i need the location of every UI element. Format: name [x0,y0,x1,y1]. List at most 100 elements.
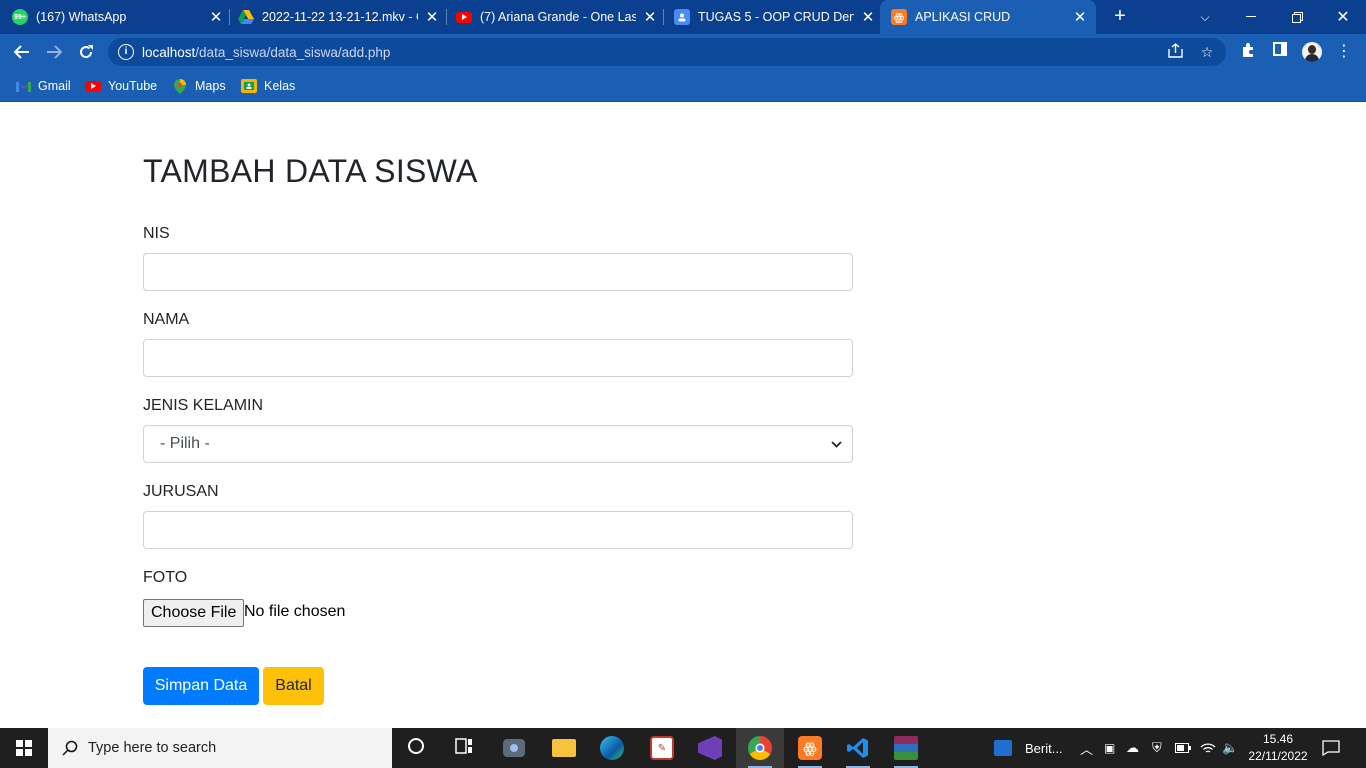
tab-separator [229,9,230,25]
new-tab-button[interactable]: + [1109,6,1131,28]
winrar-icon [894,736,918,760]
jenis-kelamin-label: JENIS KELAMIN [143,397,264,414]
nis-input[interactable] [143,253,853,291]
youtube-icon [456,11,472,23]
widgets-icon [455,737,473,759]
close-tab-icon[interactable]: ✕ [860,8,876,26]
notepad-app[interactable]: ✎ [638,728,686,768]
minimize-button[interactable] [1228,0,1274,34]
taskbar-search[interactable]: Type here to search [48,728,392,768]
nis-label: NIS [143,225,170,242]
bookmark-youtube[interactable]: YouTube [85,77,157,95]
reload-button[interactable] [72,38,100,66]
page-title: TAMBAH DATA SISWA [143,153,478,189]
bookmark-label: Maps [195,79,226,93]
url-text[interactable]: localhost/data_siswa/data_siswa/add.php [142,45,390,60]
tab-search-icon[interactable]: ⌵ [1182,0,1228,34]
youtube-icon [85,80,101,92]
tab-separator [663,9,664,25]
bookmark-maps[interactable]: Maps [172,77,226,95]
tab-aplikasi-crud[interactable]: ꙮ APLIKASI CRUD ✕ [880,0,1096,34]
battery-icon[interactable] [1175,728,1191,768]
volume-icon[interactable]: 🔈 [1222,728,1238,768]
choose-file-button[interactable]: Choose File [143,599,245,627]
nama-input[interactable] [143,339,853,377]
camera-app[interactable] [490,728,538,768]
bookmark-kelas[interactable]: Kelas [241,77,295,95]
jenis-kelamin-select[interactable]: - Pilih - [143,425,853,463]
browser-toolbar: i localhost/data_siswa/data_siswa/add.ph… [0,34,1366,70]
close-tab-icon[interactable]: ✕ [208,8,224,26]
visual-studio-icon [698,736,722,760]
extensions-icon[interactable] [1238,42,1258,62]
simpan-data-button[interactable]: Simpan Data [143,667,259,705]
task-view-button[interactable] [392,728,440,768]
address-bar[interactable]: i localhost/data_siswa/data_siswa/add.ph… [108,38,1226,66]
notification-center-button[interactable] [1322,728,1340,768]
tab-title: 2022-11-22 13-21-12.mkv - G [262,10,418,24]
search-placeholder: Type here to search [88,740,217,756]
vscode-icon [846,736,870,760]
close-tab-icon[interactable]: ✕ [424,8,440,26]
xampp-icon: ꙮ [891,9,907,25]
bookmark-label: Gmail [38,79,71,93]
tab-whatsapp[interactable]: 99+ (167) WhatsApp ✕ [12,0,224,34]
tab-title: APLIKASI CRUD [915,10,1011,24]
bookmark-label: Kelas [264,79,296,93]
bookmark-gmail[interactable]: Gmail [15,77,71,95]
show-hidden-icons-button[interactable]: ︿ [1080,728,1093,768]
side-panel-icon[interactable] [1270,42,1290,62]
search-icon [62,740,78,756]
notepad-icon: ✎ [650,736,674,760]
xampp-app[interactable]: ꙮ [786,728,834,768]
vscode-app[interactable] [834,728,882,768]
camera-icon [503,739,525,757]
security-shield-icon[interactable]: ⛨ [1152,728,1162,768]
system-clock[interactable]: 15.46 22/11/2022 [1244,731,1312,765]
jurusan-label: JURUSAN [143,483,219,500]
tab-youtube[interactable]: (7) Ariana Grande - One Last ✕ [456,0,658,34]
start-button[interactable] [0,728,48,768]
bookmarks-bar: Gmail YouTube Maps Kelas [0,70,1366,102]
file-explorer-icon [552,739,576,757]
file-explorer-app[interactable] [540,728,588,768]
edge-app[interactable] [588,728,636,768]
widgets-button[interactable] [440,728,488,768]
file-status-text: No file chosen [244,603,346,620]
url-host: localhost [142,45,196,60]
chrome-icon [748,736,772,760]
bookmark-label: YouTube [108,79,158,93]
task-view-icon [407,737,425,760]
meet-now-icon[interactable]: ▣ [1104,728,1115,768]
bookmark-star-icon[interactable]: ☆ [1198,43,1216,61]
foto-label: FOTO [143,569,188,586]
batal-button[interactable]: Batal [263,667,324,705]
google-drive-icon [238,9,254,25]
chevron-down-icon [831,437,842,451]
xampp-icon: ꙮ [798,736,822,760]
close-tab-icon[interactable]: ✕ [642,8,658,26]
restore-button[interactable] [1274,0,1320,34]
share-icon[interactable] [1166,43,1184,61]
chrome-app[interactable] [736,728,784,768]
site-info-icon[interactable]: i [118,44,134,60]
tab-classroom[interactable]: TUGAS 5 - OOP CRUD Dengan ✕ [674,0,876,34]
winrar-app[interactable] [882,728,930,768]
news-icon [994,740,1012,756]
edge-icon [600,736,624,760]
menu-kebab-icon[interactable]: ⋮ [1334,42,1354,62]
back-button[interactable] [8,38,36,66]
close-tab-icon[interactable]: ✕ [1072,8,1088,26]
visual-studio-app[interactable] [686,728,734,768]
classroom-icon [241,79,257,93]
tab-google-drive[interactable]: 2022-11-22 13-21-12.mkv - G ✕ [238,0,440,34]
clock-date: 22/11/2022 [1248,749,1308,763]
onedrive-icon[interactable]: ☁ [1126,728,1139,768]
news-widget[interactable]: Berit... [994,728,1063,768]
jurusan-input[interactable] [143,511,853,549]
profile-avatar[interactable] [1302,42,1322,62]
wifi-icon[interactable] [1200,728,1216,768]
close-window-button[interactable]: ✕ [1320,0,1366,34]
tab-title: (167) WhatsApp [36,10,127,24]
forward-button[interactable] [40,38,68,66]
